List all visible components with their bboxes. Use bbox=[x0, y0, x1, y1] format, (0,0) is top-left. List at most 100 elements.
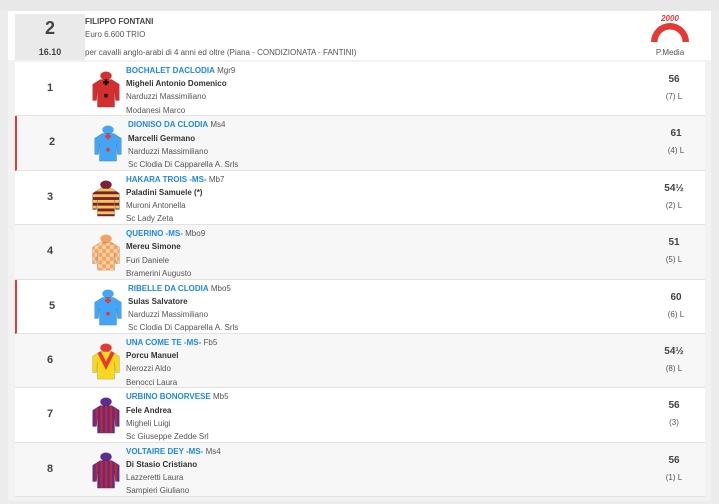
runner-info: URBINO BONORVESE Mb5 Fele Andrea Migheli… bbox=[126, 390, 229, 443]
jockey-silk-blue-icon bbox=[92, 125, 124, 163]
horse-category: Mb5 bbox=[213, 392, 229, 402]
runner-rank: (5) L bbox=[665, 255, 683, 265]
runner-weight: 54½ bbox=[664, 182, 684, 194]
jockey-silk-striped-icon bbox=[90, 452, 122, 490]
runner-number: 3 bbox=[46, 190, 54, 203]
owner-name: Sc Lady Zeta bbox=[126, 214, 174, 224]
jockey-name: Porcu Manuel bbox=[126, 351, 179, 361]
runner-rank: (4) L bbox=[667, 146, 685, 156]
race-conditions: per cavalli anglo-arabi di 4 anni ed olt… bbox=[85, 48, 357, 57]
owner-name: Sc Clodia Di Capparella A. Srls bbox=[128, 323, 239, 333]
runner-info: UNA COME TE -MS- Fb5 Porcu Manuel Nerozz… bbox=[126, 336, 217, 389]
runner-number: 6 bbox=[46, 353, 54, 366]
jockey-name: Mereu Simone bbox=[126, 242, 181, 252]
runner-row[interactable]: 1 BOCHALET DACLODIA Mgr9 Migheli Antonio… bbox=[15, 62, 705, 117]
runner-weight: 56 bbox=[668, 74, 680, 85]
horse-name-link[interactable]: BOCHALET DACLODIA bbox=[126, 66, 215, 75]
trainer-name: Nerozzi Aldo bbox=[126, 364, 171, 374]
runner-weight: 54½ bbox=[664, 345, 684, 357]
horse-category: Mgr9 bbox=[217, 66, 236, 75]
horse-category: Fb5 bbox=[203, 337, 218, 347]
jockey-silk-blue-icon bbox=[92, 289, 124, 327]
owner-name: Benocci Laura bbox=[126, 377, 178, 387]
runner-rank: (8) L bbox=[665, 363, 683, 373]
jockey-name: Marcelli Germano bbox=[128, 133, 196, 143]
jockey-name: Migheli Antonio Domenico bbox=[126, 79, 227, 89]
runner-row[interactable]: 8 VOLTAIRE DEY -MS- Ms4 Di Stasio Cristi… bbox=[15, 442, 705, 498]
runner-row[interactable]: 4 QUERINO -MS- Mbo9 Mereu Simone Furi Da… bbox=[15, 225, 705, 280]
horse-name-link[interactable]: VOLTAIRE DEY -MS- bbox=[126, 447, 203, 456]
runner-info: HAKARA TROIS -MS- Mb7 Paladini Samuele (… bbox=[126, 173, 224, 226]
runner-number: 8 bbox=[46, 462, 54, 475]
race-header: 2 16.10 FILIPPO FONTANI Euro 6.600 TRIO … bbox=[8, 11, 711, 60]
race-purse: Euro 6.600 TRIO bbox=[85, 30, 146, 39]
runner-number: 2 bbox=[48, 136, 56, 149]
runner-row[interactable]: 6 UNA COME TE -MS- Fb5 Porcu Manuel Nero… bbox=[15, 333, 705, 389]
race-title: FILIPPO FONTANI bbox=[85, 17, 154, 26]
runner-weight: 56 bbox=[668, 454, 680, 466]
jockey-silk-hooped-icon bbox=[90, 180, 122, 218]
runner-rank: (6) L bbox=[667, 309, 685, 319]
jockey-silk-striped-icon bbox=[90, 397, 122, 435]
jockey-silk-orange-icon bbox=[90, 234, 122, 272]
p-media-logo-icon[interactable]: 2000 bbox=[645, 13, 695, 43]
runner-rank: (3) bbox=[669, 418, 679, 428]
runner-info: BOCHALET DACLODIA Mgr9 Migheli Antonio D… bbox=[126, 64, 235, 117]
race-card: 2 16.10 FILIPPO FONTANI Euro 6.600 TRIO … bbox=[8, 11, 711, 501]
trainer-name: Narduzzi Massimiliano bbox=[128, 146, 209, 156]
runner-number: 7 bbox=[46, 408, 54, 421]
runner-number: 5 bbox=[48, 299, 56, 312]
runner-row[interactable]: 7 URBINO BONORVESE Mb5 Fele Andrea Mighe… bbox=[15, 388, 705, 443]
jockey-name: Di Stasio Cristiano bbox=[126, 459, 198, 469]
race-number-box: 2 16.10 bbox=[15, 14, 85, 60]
jockey-silk-yellow-icon bbox=[90, 343, 122, 381]
runner-row[interactable]: 5 RIBELLE DA CLODIA Mbo5 Sulas Salvatore… bbox=[15, 279, 705, 335]
race-time: 16.10 bbox=[38, 47, 62, 57]
runner-rank: (2) L bbox=[665, 200, 683, 210]
runner-info: RIBELLE DA CLODIA Mbo5 Sulas Salvatore N… bbox=[128, 282, 238, 335]
race-number: 2 bbox=[44, 18, 55, 38]
owner-name: Sc Giuseppe Zedde Srl bbox=[126, 431, 209, 441]
runner-weight: 60 bbox=[670, 291, 682, 303]
runner-info: DIONISO DA CLODIA Ms4 Marcelli Germano N… bbox=[128, 118, 238, 171]
trainer-name: Migheli Luigi bbox=[126, 418, 171, 428]
trainer-name: Narduzzi Massimiliano bbox=[126, 92, 207, 102]
horse-name-link[interactable]: URBINO BONORVESE bbox=[126, 392, 211, 401]
trainer-name: Muroni Antonella bbox=[126, 201, 186, 211]
top-bar bbox=[0, 0, 719, 11]
horse-name-link[interactable]: QUERINO -MS- bbox=[126, 229, 183, 238]
runner-weight: 61 bbox=[670, 128, 682, 140]
trainer-name: Furi Daniele bbox=[126, 255, 170, 265]
horse-category: Ms4 bbox=[210, 120, 226, 130]
runner-info: QUERINO -MS- Mbo9 Mereu Simone Furi Dani… bbox=[126, 227, 205, 280]
owner-name: Modanesi Marco bbox=[126, 105, 186, 115]
runner-info: VOLTAIRE DEY -MS- Ms4 Di Stasio Cristian… bbox=[126, 445, 221, 498]
trainer-name: Narduzzi Massimiliano bbox=[128, 309, 209, 319]
runner-row[interactable]: 2 DIONISO DA CLODIA Ms4 Marcelli Germano… bbox=[15, 116, 705, 171]
jockey-name: Paladini Samuele (*) bbox=[126, 187, 203, 197]
trainer-name: Lazzeretti Laura bbox=[126, 473, 184, 483]
logo-label: P.Media bbox=[655, 48, 685, 57]
jockey-name: Fele Andrea bbox=[126, 405, 172, 415]
horse-name-link[interactable]: RIBELLE DA CLODIA bbox=[128, 284, 209, 293]
jockey-silk-red-icon bbox=[90, 71, 122, 109]
owner-name: Bramerini Augusto bbox=[126, 268, 192, 278]
runner-weight: 51 bbox=[668, 237, 680, 249]
owner-name: Sc Clodia Di Capparella A. Srls bbox=[128, 160, 239, 169]
horse-name-link[interactable]: HAKARA TROIS -MS- bbox=[126, 175, 207, 184]
runner-row[interactable]: 3 HAKARA TROIS -MS- Mb7 Paladini Samuele… bbox=[15, 170, 705, 226]
runner-rank: (7) L bbox=[665, 92, 683, 101]
logo-text: 2000 bbox=[660, 14, 679, 23]
horse-name-link[interactable]: DIONISO DA CLODIA bbox=[128, 120, 208, 129]
horse-category: Mb7 bbox=[208, 174, 225, 184]
runner-rank: (1) L bbox=[665, 472, 683, 482]
runners-list: 1 BOCHALET DACLODIA Mgr9 Migheli Antonio… bbox=[15, 62, 705, 498]
horse-category: Mbo9 bbox=[185, 229, 206, 239]
runner-weight: 56 bbox=[668, 400, 680, 412]
owner-name: Sampieri Giuliano bbox=[126, 486, 190, 496]
jockey-name: Sulas Salvatore bbox=[128, 296, 188, 306]
horse-name-link[interactable]: UNA COME TE -MS- bbox=[126, 338, 201, 347]
horse-category: Ms4 bbox=[205, 446, 221, 456]
horse-category: Mbo5 bbox=[210, 283, 231, 293]
runner-number: 1 bbox=[46, 82, 54, 94]
